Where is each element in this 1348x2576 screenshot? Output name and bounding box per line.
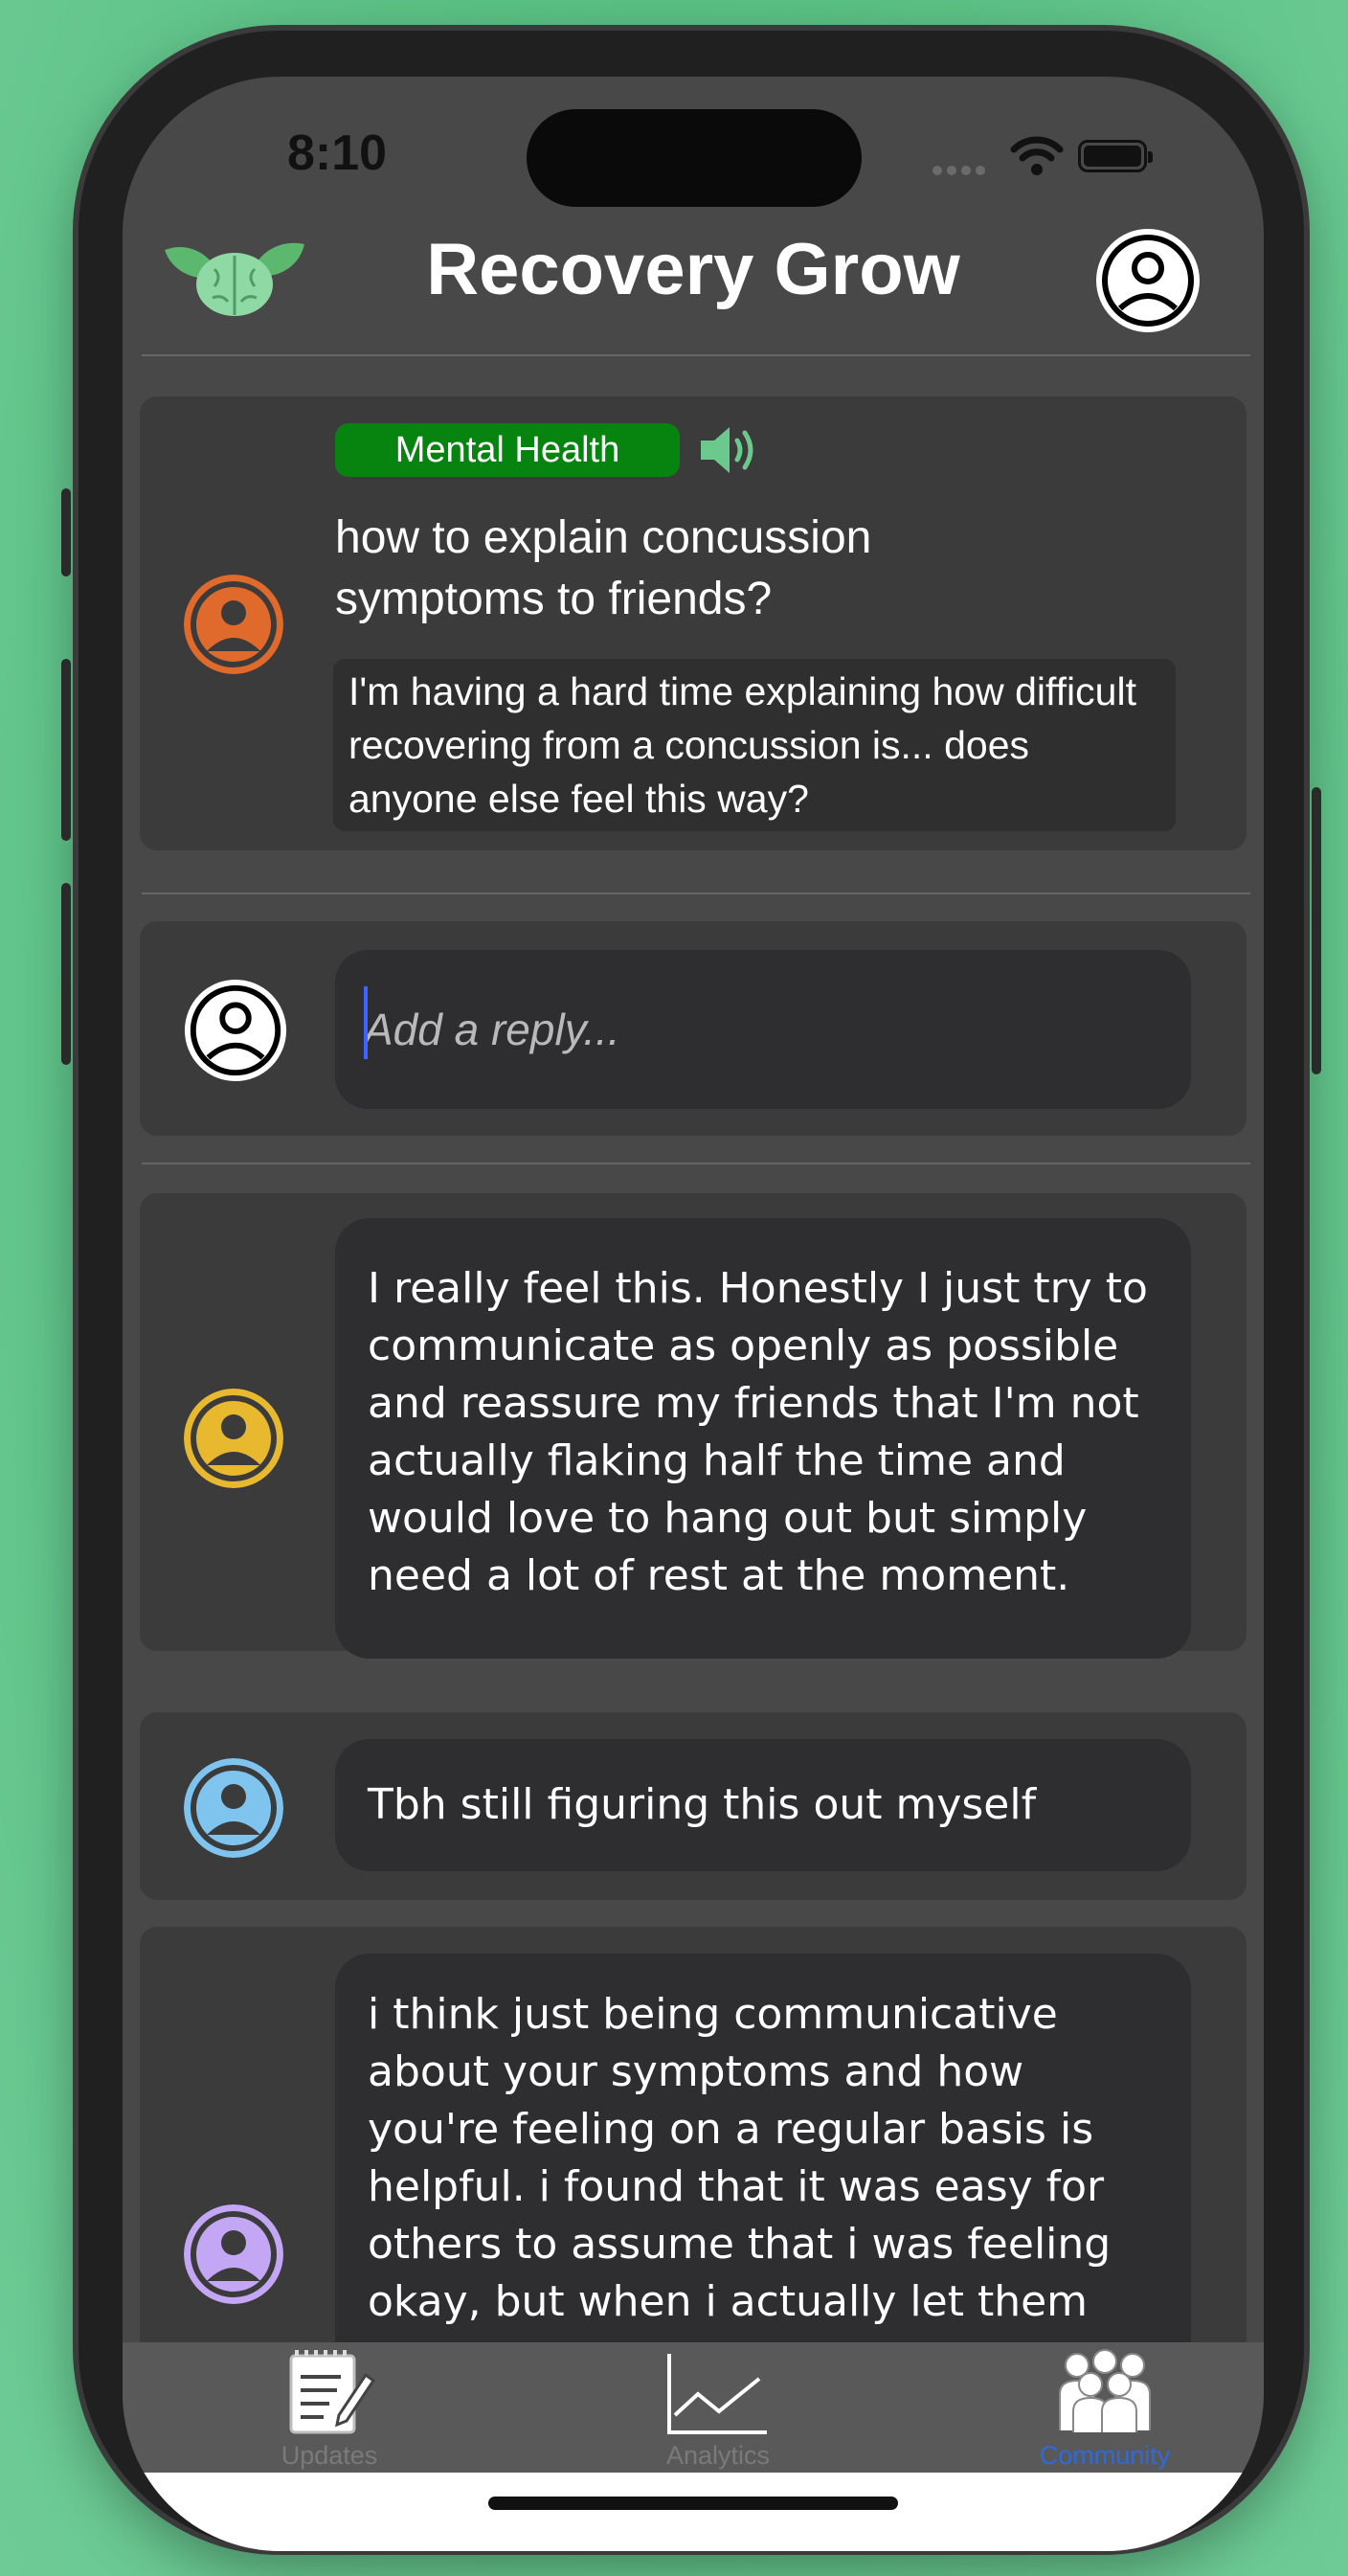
status-time: 8:10: [287, 125, 388, 181]
profile-button[interactable]: [1093, 226, 1202, 335]
reply-divider: [142, 1163, 1250, 1164]
category-tag[interactable]: Mental Health: [335, 423, 680, 477]
tab-label: Analytics: [665, 2441, 771, 2470]
post-divider: [142, 893, 1250, 894]
power-button: [1312, 787, 1321, 1074]
people-group-icon: [1059, 2349, 1151, 2432]
current-user-avatar: [184, 979, 287, 1082]
battery-icon: [1078, 140, 1153, 172]
comment-avatar: [184, 2204, 283, 2304]
post-body: I'm having a hard time explaining how di…: [333, 659, 1176, 831]
tab-community[interactable]: Community: [1009, 2342, 1201, 2473]
tab-analytics[interactable]: Analytics: [622, 2342, 814, 2473]
comment-text: I really feel this. Honestly I just try …: [335, 1218, 1191, 1659]
home-indicator[interactable]: [488, 2497, 898, 2510]
comment-text: Tbh still figuring this out myself: [335, 1739, 1191, 1871]
app-screen: 8:10 Recovery Grow Mental Health how to …: [123, 77, 1264, 2551]
reply-input[interactable]: [335, 950, 1191, 1109]
mute-switch: [61, 488, 71, 576]
home-indicator-area: [123, 2473, 1264, 2551]
header-divider: [142, 354, 1250, 356]
tab-label: Community: [1039, 2441, 1171, 2470]
post-title: how to explain concussion symptoms to fr…: [335, 512, 872, 624]
post-author-avatar: [184, 575, 283, 674]
line-chart-icon: [667, 2354, 767, 2434]
volume-up-button: [61, 659, 71, 841]
user-circle-icon: [1096, 229, 1200, 332]
comment-avatar: [184, 1758, 283, 1858]
cellular-signal-icon: [932, 161, 990, 179]
dynamic-island: [527, 109, 862, 207]
tab-bar: Updates Analytics Community: [123, 2342, 1264, 2473]
wifi-icon: [1010, 136, 1064, 175]
tab-updates[interactable]: Updates: [234, 2342, 425, 2473]
tab-label: Updates: [281, 2441, 378, 2470]
text-cursor: [364, 986, 368, 1059]
speaker-icon[interactable]: [697, 419, 762, 481]
volume-down-button: [61, 883, 71, 1065]
notepad-icon: [289, 2350, 376, 2434]
comment-avatar: [184, 1389, 283, 1488]
